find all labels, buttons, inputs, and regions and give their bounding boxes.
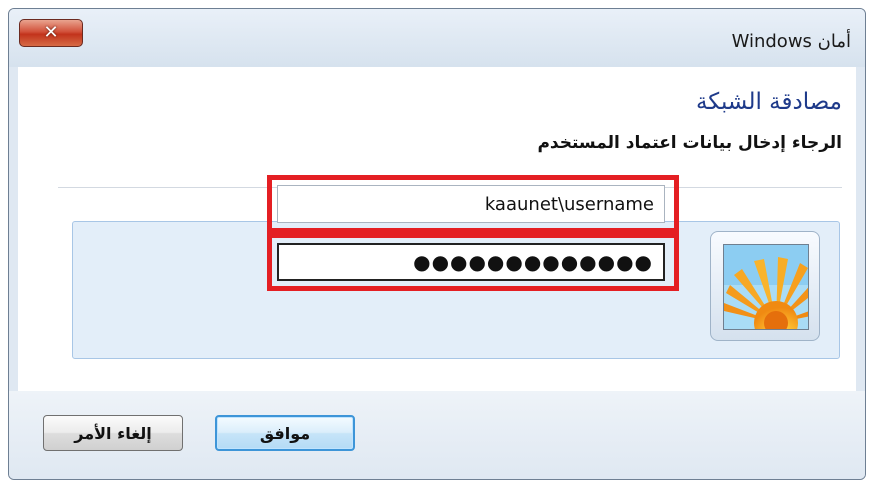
password-value: ●●●●●●●●●●●●● xyxy=(413,250,653,274)
ok-button[interactable]: موافق xyxy=(215,415,355,451)
window-title: أمان Windows xyxy=(731,31,851,52)
title-bar: ✕ أمان Windows xyxy=(9,9,865,67)
flower-avatar-graphic xyxy=(724,245,808,329)
user-avatar xyxy=(710,231,820,341)
cancel-button[interactable]: إلغاء الأمر xyxy=(43,415,183,451)
username-input[interactable]: kaaunet\username xyxy=(277,185,665,223)
dialog-instructions: الرجاء إدخال بيانات اعتماد المستخدم xyxy=(537,133,842,153)
cancel-button-label: إلغاء الأمر xyxy=(74,423,152,443)
username-value: kaaunet\username xyxy=(484,193,654,215)
password-input[interactable]: ●●●●●●●●●●●●● xyxy=(277,243,665,281)
close-icon: ✕ xyxy=(43,22,59,43)
ok-button-label: موافق xyxy=(259,423,311,443)
dialog-heading: مصادقة الشبكة xyxy=(695,89,842,115)
flower-avatar-icon xyxy=(723,244,809,330)
button-bar: إلغاء الأمر موافق xyxy=(9,391,865,479)
windows-security-dialog: ✕ أمان Windows مصادقة الشبكة الرجاء إدخا… xyxy=(8,8,866,480)
close-button[interactable]: ✕ xyxy=(19,19,83,47)
